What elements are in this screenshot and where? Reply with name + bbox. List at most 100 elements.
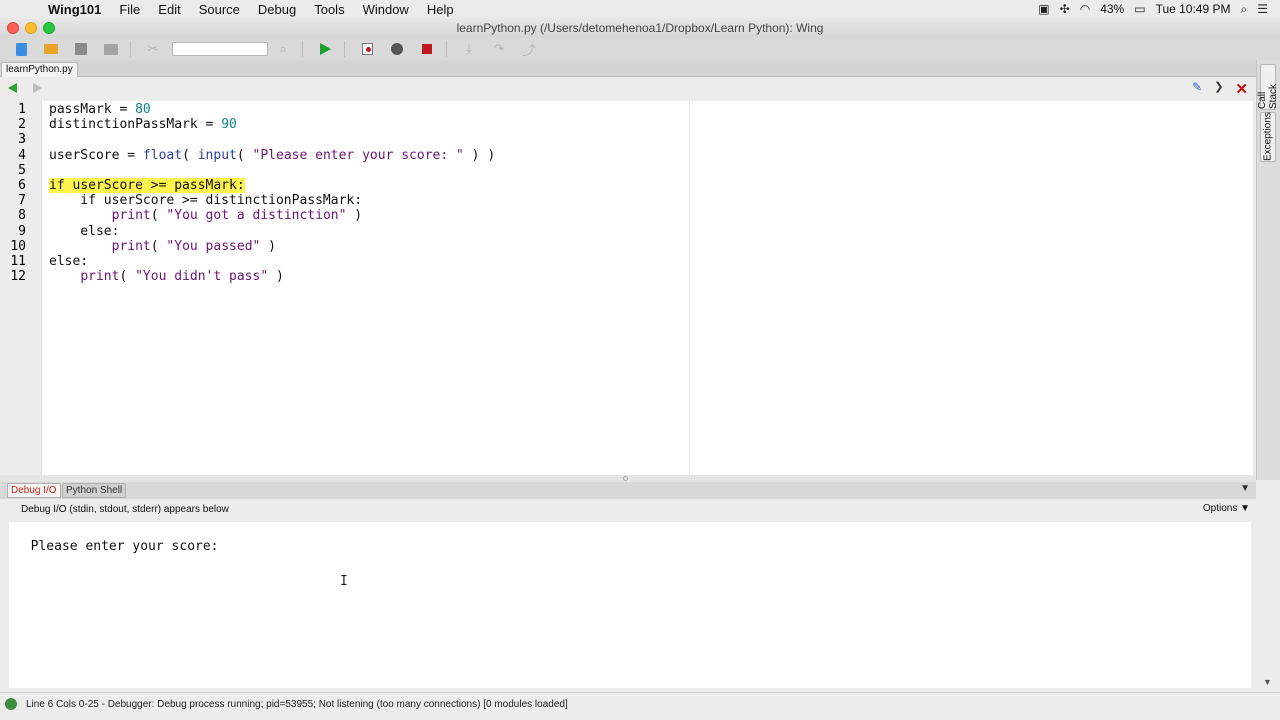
battery-percent[interactable]: 43%: [1100, 2, 1124, 16]
new-file-button[interactable]: [6, 39, 36, 59]
menu-window[interactable]: Window: [354, 2, 418, 17]
save-button[interactable]: [66, 39, 96, 59]
step-into-button[interactable]: ⤓: [454, 39, 484, 59]
code-token: if userScore >= distinctionPassMark:: [49, 193, 363, 209]
menu-help[interactable]: Help: [418, 2, 463, 17]
line-number: 4: [18, 147, 26, 163]
code-line[interactable]: [49, 163, 495, 178]
code-line[interactable]: if userScore >= passMark:: [49, 177, 495, 193]
splitter-handle[interactable]: [623, 476, 628, 481]
tab-debug-io[interactable]: Debug I/O: [7, 483, 61, 498]
zoom-window-button[interactable]: [43, 22, 55, 34]
bug-icon: [391, 43, 403, 55]
toolbar: ✂ ⌕ ⤓ ↷ ⤴: [0, 38, 1280, 60]
step-over-icon: ↷: [493, 41, 505, 56]
wifi-icon[interactable]: ◠: [1080, 2, 1090, 16]
status-text: Line 6 Cols 0-25 - Debugger: Debug proce…: [26, 699, 568, 710]
open-file-button[interactable]: [36, 39, 66, 59]
line-number: 3: [18, 132, 26, 148]
toolbar-separator: [302, 41, 310, 57]
debug-button[interactable]: [382, 39, 412, 59]
toggle-breakpoint-button[interactable]: [352, 39, 382, 59]
close-editor-icon[interactable]: ✕: [1235, 80, 1248, 98]
extensions-icon[interactable]: ✣: [1060, 2, 1070, 16]
tab-exceptions[interactable]: Exceptions: [1260, 112, 1276, 162]
ibeam-cursor-icon: I: [340, 574, 348, 589]
scissors-icon: ✂: [147, 41, 159, 56]
menu-source[interactable]: Source: [190, 2, 249, 17]
toolbar-separator: [130, 41, 138, 57]
line-number: 7: [18, 193, 26, 209]
tab-learnpython[interactable]: learnPython.py: [1, 62, 78, 77]
line-number: 9: [18, 223, 26, 239]
stop-button[interactable]: [412, 39, 442, 59]
code-line[interactable]: [49, 132, 495, 147]
close-window-button[interactable]: [7, 22, 19, 34]
forward-arrow-icon[interactable]: [33, 83, 42, 93]
toolbar-separator: [446, 41, 454, 57]
window-title: learnPython.py (/Users/detomehenoa1/Drop…: [456, 21, 824, 35]
save-all-icon: [104, 43, 118, 55]
code-line[interactable]: else:: [49, 254, 495, 269]
minimize-window-button[interactable]: [25, 22, 37, 34]
code-token: ): [260, 238, 276, 254]
line-number-gutter: 1 2 3 4 5 6 7 8 9 10 11 12: [0, 101, 42, 475]
search-button[interactable]: ⌕: [268, 39, 298, 59]
code-line[interactable]: passMark = 80: [49, 102, 495, 117]
status-bar: Line 6 Cols 0-25 - Debugger: Debug proce…: [0, 692, 1280, 720]
console-scroll-down-icon[interactable]: ▼: [1263, 677, 1272, 687]
spotlight-search-icon[interactable]: ⌕: [1241, 2, 1248, 17]
folder-icon: [44, 44, 58, 54]
chevron-down-icon[interactable]: ❯: [1214, 80, 1223, 98]
debug-io-info: Debug I/O (stdin, stdout, stderr) appear…: [21, 504, 229, 515]
tool-panel-tabs: Debug I/O Python Shell ▼: [0, 482, 1256, 499]
menu-debug[interactable]: Debug: [249, 2, 305, 17]
window-titlebar: learnPython.py (/Users/detomehenoa1/Drop…: [0, 18, 1280, 38]
menu-app-name[interactable]: Wing101: [46, 2, 110, 17]
toolbar-separator: [344, 41, 352, 57]
code-token: else:: [49, 223, 120, 239]
save-all-button[interactable]: [96, 39, 126, 59]
breakpoint-icon: [361, 43, 373, 55]
step-over-button[interactable]: ↷: [484, 39, 514, 59]
code-line[interactable]: userScore = float( input( "Please enter …: [49, 148, 495, 163]
code-token: 90: [221, 117, 237, 133]
toolbar-search-input[interactable]: [172, 42, 268, 56]
menu-edit[interactable]: Edit: [149, 2, 189, 17]
menu-tools[interactable]: Tools: [305, 2, 353, 17]
code-line[interactable]: print( "You got a distinction" ): [49, 208, 495, 223]
debugger-status-bug-icon: [5, 698, 17, 710]
code-token: "Please enter your score: ": [252, 147, 464, 163]
code-line[interactable]: else:: [49, 224, 495, 239]
tab-python-shell[interactable]: Python Shell: [62, 483, 127, 498]
options-button[interactable]: Options ▼: [1203, 503, 1250, 514]
line-number: 11: [10, 253, 26, 269]
battery-icon[interactable]: ▭: [1134, 2, 1145, 16]
step-into-icon: ⤓: [466, 41, 472, 56]
code-token: (: [182, 147, 198, 163]
panel-menu-chevron-icon[interactable]: ▼: [1240, 483, 1250, 494]
tab-call-stack[interactable]: Call Stack: [1257, 64, 1279, 110]
code-line[interactable]: print( "You passed" ): [49, 239, 495, 254]
step-out-icon: ⤴: [522, 42, 536, 58]
code-token: else:: [49, 253, 89, 269]
menu-file[interactable]: File: [110, 2, 149, 17]
run-button[interactable]: [310, 39, 340, 59]
back-arrow-icon[interactable]: [8, 83, 17, 93]
camera-icon[interactable]: ▣: [1038, 2, 1049, 16]
code-line[interactable]: if userScore >= distinctionPassMark:: [49, 193, 495, 208]
pin-icon[interactable]: ✎: [1192, 80, 1202, 98]
console-output: Please enter your score:: [30, 539, 227, 554]
code-line[interactable]: print( "You didn't pass" ): [49, 269, 495, 284]
step-out-button[interactable]: ⤴: [514, 39, 544, 59]
code-token: ) ): [463, 147, 496, 163]
debug-io-console[interactable]: Please enter your score: I: [9, 522, 1251, 688]
clock[interactable]: Tue 10:49 PM: [1156, 2, 1231, 16]
cut-button[interactable]: ✂: [138, 39, 168, 59]
code-line[interactable]: distinctionPassMark = 90: [49, 117, 495, 132]
code-token: ): [346, 208, 363, 224]
code-editor[interactable]: 1 2 3 4 5 6 7 8 9 10 11 12 passMark = 80 distinction…: [0, 101, 1253, 475]
code-area[interactable]: passMark = 80 distinctionPassMark = 90 use…: [49, 102, 495, 284]
notification-center-icon[interactable]: ☰: [1257, 2, 1268, 16]
pane-splitter[interactable]: [0, 475, 1256, 482]
